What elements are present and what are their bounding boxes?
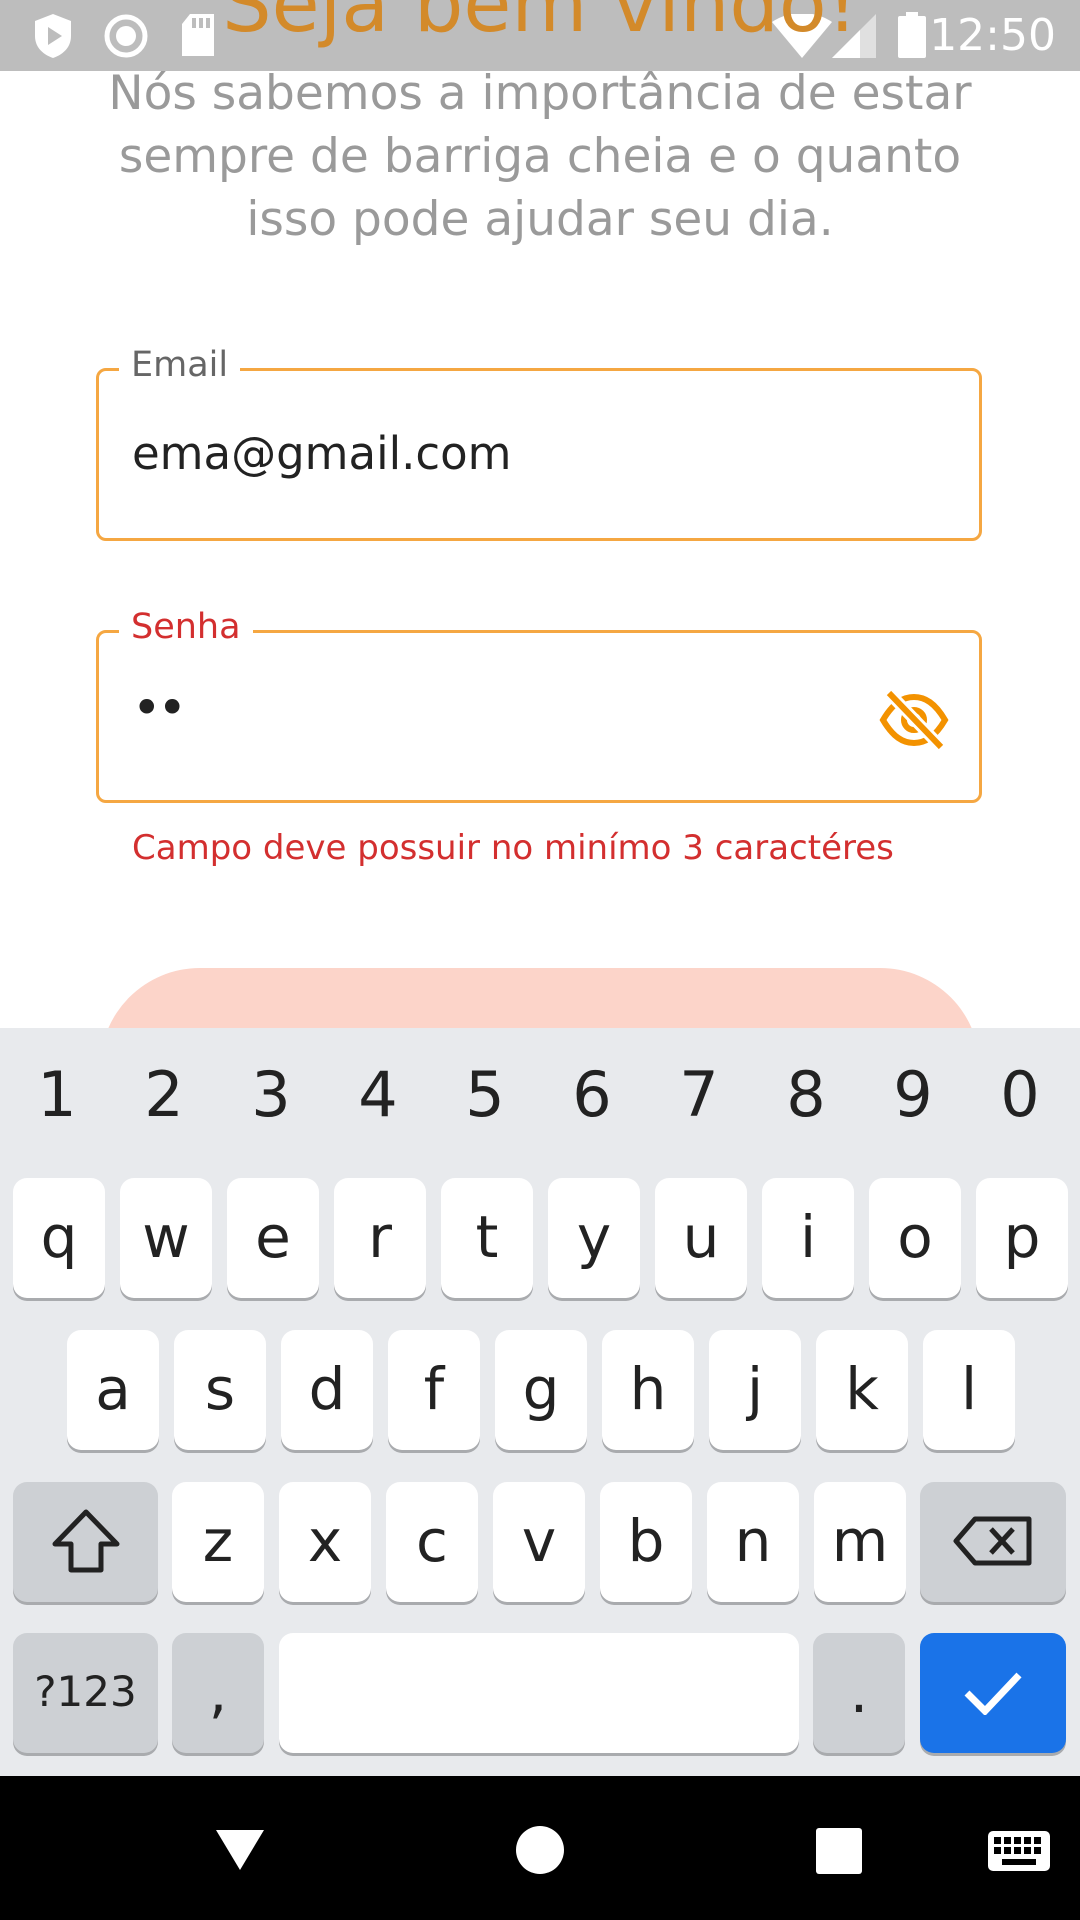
password-value: •• bbox=[132, 679, 187, 737]
key-z[interactable]: z bbox=[172, 1482, 264, 1602]
key-j[interactable]: j bbox=[709, 1330, 801, 1450]
email-field[interactable]: Email ema@gmail.com bbox=[96, 343, 982, 541]
key-r[interactable]: r bbox=[334, 1178, 426, 1298]
key-f[interactable]: f bbox=[388, 1330, 480, 1450]
eye-off-icon[interactable] bbox=[879, 689, 949, 751]
number-key-9[interactable]: 9 bbox=[863, 1058, 963, 1131]
key-m[interactable]: m bbox=[814, 1482, 906, 1602]
key-a[interactable]: a bbox=[67, 1330, 159, 1450]
page-title: Seja bem vindo! bbox=[222, 0, 858, 50]
key-n[interactable]: n bbox=[707, 1482, 799, 1602]
period-key[interactable]: . bbox=[813, 1633, 905, 1753]
key-t[interactable]: t bbox=[441, 1178, 533, 1298]
number-key-1[interactable]: 1 bbox=[7, 1058, 107, 1131]
key-i[interactable]: i bbox=[762, 1178, 854, 1298]
number-key-3[interactable]: 3 bbox=[221, 1058, 321, 1131]
password-label: Senha bbox=[119, 605, 253, 649]
home-icon[interactable] bbox=[515, 1825, 565, 1875]
key-e[interactable]: e bbox=[227, 1178, 319, 1298]
navigation-bar bbox=[0, 1776, 1080, 1920]
key-g[interactable]: g bbox=[495, 1330, 587, 1450]
number-key-7[interactable]: 7 bbox=[649, 1058, 749, 1131]
key-w[interactable]: w bbox=[120, 1178, 212, 1298]
backspace-icon bbox=[953, 1516, 1032, 1566]
symbols-key[interactable]: ?123 bbox=[13, 1633, 158, 1753]
key-c[interactable]: c bbox=[386, 1482, 478, 1602]
key-y[interactable]: y bbox=[548, 1178, 640, 1298]
shift-icon bbox=[52, 1509, 119, 1573]
number-key-2[interactable]: 2 bbox=[114, 1058, 214, 1131]
number-key-8[interactable]: 8 bbox=[756, 1058, 856, 1131]
soft-keyboard: 1234567890 qwertyuiop asdfghjkl zxcvbnm … bbox=[0, 1028, 1080, 1776]
key-b[interactable]: b bbox=[600, 1482, 692, 1602]
key-l[interactable]: l bbox=[923, 1330, 1015, 1450]
recents-icon[interactable] bbox=[816, 1828, 862, 1874]
key-p[interactable]: p bbox=[976, 1178, 1068, 1298]
key-x[interactable]: x bbox=[279, 1482, 371, 1602]
enter-key[interactable] bbox=[920, 1633, 1066, 1753]
keyboard-switch-icon[interactable] bbox=[988, 1831, 1050, 1871]
checkmark-icon bbox=[964, 1672, 1022, 1717]
key-u[interactable]: u bbox=[655, 1178, 747, 1298]
key-s[interactable]: s bbox=[174, 1330, 266, 1450]
key-d[interactable]: d bbox=[281, 1330, 373, 1450]
number-key-4[interactable]: 4 bbox=[328, 1058, 428, 1131]
email-label: Email bbox=[119, 343, 241, 387]
intro-text: Nós sabemos a importância de estar sempr… bbox=[108, 66, 972, 247]
back-icon[interactable] bbox=[214, 1828, 266, 1872]
number-key-0[interactable]: 0 bbox=[970, 1058, 1070, 1131]
number-key-6[interactable]: 6 bbox=[542, 1058, 642, 1131]
space-key[interactable] bbox=[279, 1633, 799, 1753]
key-q[interactable]: q bbox=[13, 1178, 105, 1298]
shift-key[interactable] bbox=[13, 1482, 158, 1602]
password-error-text: Campo deve possuir no minímo 3 caractére… bbox=[132, 828, 894, 868]
comma-key[interactable]: , bbox=[172, 1633, 264, 1753]
password-field[interactable]: Senha •• bbox=[96, 605, 982, 803]
key-o[interactable]: o bbox=[869, 1178, 961, 1298]
email-value: ema@gmail.com bbox=[132, 427, 512, 480]
number-key-5[interactable]: 5 bbox=[435, 1058, 535, 1131]
key-h[interactable]: h bbox=[602, 1330, 694, 1450]
key-v[interactable]: v bbox=[493, 1482, 585, 1602]
backspace-key[interactable] bbox=[920, 1482, 1066, 1602]
key-k[interactable]: k bbox=[816, 1330, 908, 1450]
